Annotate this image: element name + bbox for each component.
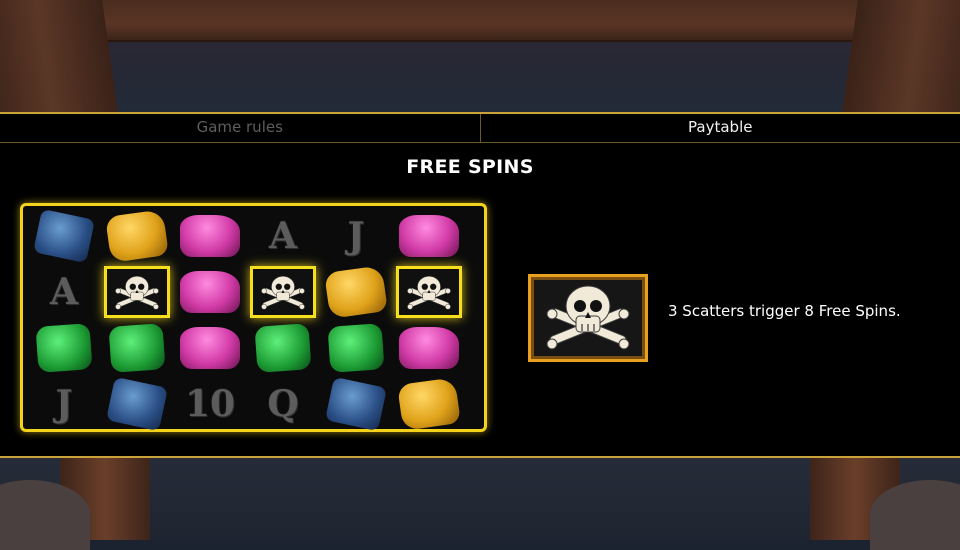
blue-gem-icon: [325, 377, 387, 431]
wooden-post-left: [0, 0, 118, 112]
symbol-letter: J: [28, 376, 100, 432]
symbol-letter-text: J: [55, 383, 72, 425]
green-gem-icon: [254, 323, 311, 373]
symbol-blue-gem: [101, 376, 173, 432]
symbol-letter: 10: [174, 376, 246, 432]
pink-gem-icon: [180, 215, 240, 257]
pink-gem-icon: [180, 327, 240, 369]
symbol-blue-gem: [28, 208, 100, 264]
symbol-scatter-highlighted: [247, 264, 319, 320]
paytable-panel: Game rules Paytable FREE SPINS A J A J 10 Q: [0, 112, 960, 458]
skull-crossbones-icon: [396, 266, 462, 318]
symbol-yellow-gem: [320, 264, 392, 320]
reel-grid-example: A J A J 10 Q: [20, 203, 487, 432]
scatter-symbol-large: [528, 274, 648, 362]
skull-crossbones-icon: [250, 266, 316, 318]
symbol-letter-text: 10: [185, 383, 235, 425]
pink-gem-icon: [399, 215, 459, 257]
symbol-pink-gem: [393, 208, 465, 264]
yellow-gem-icon: [397, 377, 461, 431]
blue-gem-icon: [33, 209, 95, 263]
symbol-letter: J: [320, 208, 392, 264]
symbol-yellow-gem: [101, 208, 173, 264]
symbol-blue-gem: [320, 376, 392, 432]
symbol-green-gem: [247, 320, 319, 376]
pink-gem-icon: [399, 327, 459, 369]
symbol-pink-gem: [393, 320, 465, 376]
tab-bar: Game rules Paytable: [0, 114, 960, 143]
symbol-pink-gem: [174, 320, 246, 376]
skull-crossbones-icon: [104, 266, 170, 318]
background-bottom: [0, 458, 960, 540]
scatter-description: 3 Scatters trigger 8 Free Spins.: [668, 302, 901, 320]
wooden-beam: [0, 0, 960, 42]
background-top: [0, 0, 960, 112]
symbol-green-gem: [101, 320, 173, 376]
symbol-letter: A: [28, 264, 100, 320]
blue-gem-icon: [106, 377, 168, 431]
symbol-letter: A: [247, 208, 319, 264]
symbol-green-gem: [28, 320, 100, 376]
symbol-letter: Q: [247, 376, 319, 432]
symbol-scatter-highlighted: [101, 264, 173, 320]
pink-gem-icon: [180, 271, 240, 313]
green-gem-icon: [327, 323, 384, 373]
tab-game-rules[interactable]: Game rules: [0, 114, 480, 142]
symbol-yellow-gem: [393, 376, 465, 432]
yellow-gem-icon: [105, 209, 169, 263]
symbol-pink-gem: [174, 264, 246, 320]
symbol-letter-text: A: [50, 271, 78, 313]
green-gem-icon: [108, 323, 165, 373]
symbol-letter-text: Q: [267, 383, 298, 425]
tab-paytable[interactable]: Paytable: [480, 114, 960, 142]
wooden-post-right: [842, 0, 960, 112]
symbol-scatter-highlighted: [393, 264, 465, 320]
symbol-pink-gem: [174, 208, 246, 264]
symbol-green-gem: [320, 320, 392, 376]
green-gem-icon: [35, 323, 92, 373]
symbol-letter-text: J: [347, 215, 364, 257]
symbol-letter-text: A: [269, 215, 297, 257]
yellow-gem-icon: [324, 265, 388, 319]
skull-crossbones-icon: [540, 278, 636, 358]
section-title: FREE SPINS: [0, 156, 940, 178]
